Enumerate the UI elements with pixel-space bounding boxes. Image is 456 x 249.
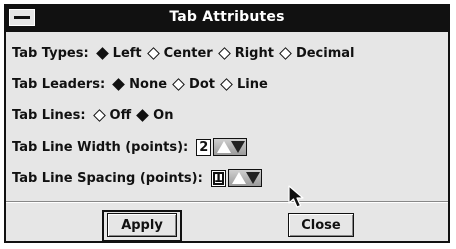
tab-leader-line-label: Line (236, 76, 268, 92)
tab-line-spacing-label: Tab Line Spacing (points): (12, 170, 203, 186)
mouse-pointer-icon (288, 185, 304, 208)
window-title: Tab Attributes (169, 9, 285, 25)
tab-lines-on-label: On (153, 107, 174, 123)
tab-line-spacing-field[interactable]: 1 (210, 169, 226, 187)
title-bar[interactable]: Tab Attributes (6, 6, 448, 32)
tab-line-width-label: Tab Line Width (points): (12, 139, 189, 155)
radio-unselected-icon (217, 46, 231, 60)
tab-line-spacing-row: Tab Line Spacing (points): 1 (12, 167, 262, 189)
apply-button[interactable]: Apply (107, 213, 177, 237)
tab-leader-none-label: None (129, 76, 168, 92)
tab-type-left-option[interactable]: Left (95, 45, 142, 61)
tab-types-row: Tab Types: Left Center Right Decimal (12, 42, 361, 64)
spin-up-arrow-icon[interactable] (231, 172, 246, 184)
radio-unselected-icon (220, 77, 233, 91)
tab-leader-dot-label: Dot (189, 76, 215, 92)
radio-selected-icon (95, 46, 109, 60)
radio-unselected-icon (92, 108, 106, 122)
tab-lines-on-option[interactable]: On (136, 107, 174, 123)
tab-lines-off-label: Off (109, 107, 132, 123)
radio-unselected-icon (146, 46, 160, 60)
tab-line-spacing-spinner[interactable] (227, 169, 262, 187)
tab-leaders-row: Tab Leaders: None Dot Line (12, 73, 274, 95)
tab-type-center-option[interactable]: Center (146, 45, 213, 61)
tab-lines-label: Tab Lines: (12, 107, 86, 123)
button-separator (6, 201, 448, 203)
tab-line-width-field[interactable]: 2 (196, 138, 212, 156)
spin-down-arrow-icon[interactable] (231, 141, 246, 153)
tab-type-right-label: Right (234, 45, 274, 61)
tab-attributes-dialog: Tab Attributes Tab Types: Left Center Ri… (4, 4, 450, 243)
tab-type-left-label: Left (112, 45, 142, 61)
tab-line-width-row: Tab Line Width (points): 2 (12, 136, 248, 158)
tab-line-width-spinner[interactable] (213, 138, 248, 156)
tab-type-decimal-option[interactable]: Decimal (279, 45, 355, 61)
tab-leader-dot-option[interactable]: Dot (172, 76, 215, 92)
radio-selected-icon (136, 108, 150, 122)
tab-leader-line-option[interactable]: Line (220, 76, 268, 92)
tab-lines-row: Tab Lines: Off On (12, 104, 179, 126)
tab-type-right-option[interactable]: Right (217, 45, 274, 61)
radio-selected-icon (112, 77, 126, 91)
tab-lines-off-option[interactable]: Off (92, 107, 132, 123)
tab-leader-none-option[interactable]: None (112, 76, 168, 92)
spin-down-arrow-icon[interactable] (245, 172, 260, 184)
radio-unselected-icon (172, 77, 185, 91)
tab-leaders-label: Tab Leaders: (12, 76, 106, 92)
spin-up-arrow-icon[interactable] (217, 141, 232, 153)
tab-type-center-label: Center (163, 45, 213, 61)
tab-type-decimal-label: Decimal (295, 45, 355, 61)
tab-types-label: Tab Types: (12, 45, 89, 61)
radio-unselected-icon (279, 46, 292, 60)
close-button[interactable]: Close (288, 213, 354, 237)
